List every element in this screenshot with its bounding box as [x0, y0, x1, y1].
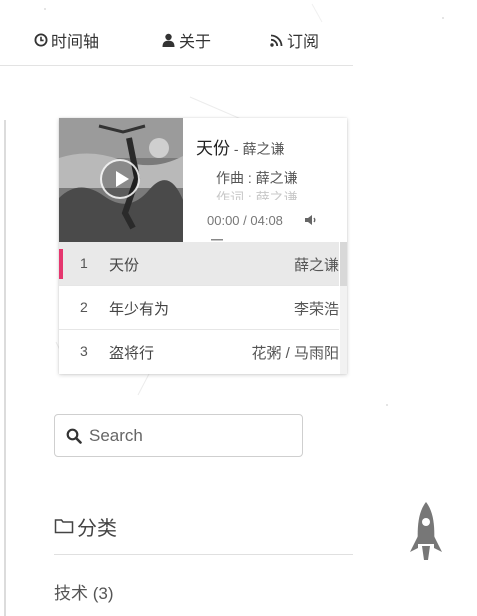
song-title: 天份 — [196, 139, 230, 158]
clock-icon — [33, 33, 48, 48]
left-divider — [4, 120, 6, 616]
playlist-scrollbar-thumb[interactable] — [340, 242, 347, 286]
album-cover — [59, 118, 183, 242]
nav-timeline[interactable]: 时间轴 — [33, 30, 100, 51]
track-title: 盗将行 — [109, 345, 155, 362]
time-display: 00:00 / 04:08 — [207, 213, 283, 228]
playlist-item[interactable]: 1 天份 薛之谦 — [59, 242, 339, 286]
nav-rss[interactable]: 订阅 — [269, 30, 320, 51]
song-artist: 薛之谦 — [242, 141, 285, 157]
category-link[interactable]: 技术 (3) — [54, 579, 114, 604]
track-author: 薛之谦 — [293, 257, 339, 274]
rss-icon — [269, 33, 284, 48]
playlist-item[interactable]: 2 年少有为 李荣浩 — [59, 286, 339, 330]
lyric-line: 作曲 : 薛之谦 — [216, 170, 298, 186]
track-author: 李荣浩 — [293, 301, 339, 318]
track-number: 3 — [80, 343, 88, 359]
playlist: 1 天份 薛之谦 2 年少有为 李荣浩 3 盗将行 花粥 / 马雨阳 — [59, 242, 347, 374]
search-icon — [66, 428, 82, 444]
categories-divider — [54, 554, 353, 555]
categories-title: 分类 — [77, 517, 117, 540]
playlist-menu-icon[interactable] — [211, 234, 223, 244]
volume-icon[interactable] — [304, 213, 318, 227]
top-nav: 时间轴 关于 订阅 — [0, 0, 353, 66]
track-number: 2 — [80, 299, 88, 315]
music-player: 天份 - 薛之谦 作曲 : 薛之谦 作词 : 薛之谦 00:00 / 04:08… — [59, 118, 347, 374]
playlist-item[interactable]: 3 盗将行 花粥 / 马雨阳 — [59, 330, 339, 374]
play-icon — [116, 171, 129, 187]
nav-about[interactable]: 关于 — [161, 30, 212, 51]
folder-icon — [54, 519, 74, 534]
search-input[interactable] — [89, 425, 289, 446]
rocket-icon[interactable] — [408, 500, 444, 564]
active-indicator — [59, 249, 63, 279]
track-author: 花粥 / 马雨阳 — [251, 345, 339, 362]
categories-header: 分类 — [54, 514, 117, 540]
nav-about-label: 关于 — [179, 34, 212, 51]
user-icon — [161, 33, 176, 48]
title-separator: - — [230, 141, 243, 157]
track-title: 年少有为 — [109, 301, 170, 318]
song-info: 天份 - 薛之谦 — [196, 134, 346, 159]
nav-rss-label: 订阅 — [287, 34, 320, 51]
nav-timeline-label: 时间轴 — [51, 34, 100, 51]
track-title: 天份 — [109, 257, 140, 274]
play-button[interactable] — [100, 159, 140, 199]
lyric-line: 作词 : 薛之谦 — [216, 190, 298, 200]
track-number: 1 — [80, 255, 88, 271]
search-box — [54, 414, 303, 457]
